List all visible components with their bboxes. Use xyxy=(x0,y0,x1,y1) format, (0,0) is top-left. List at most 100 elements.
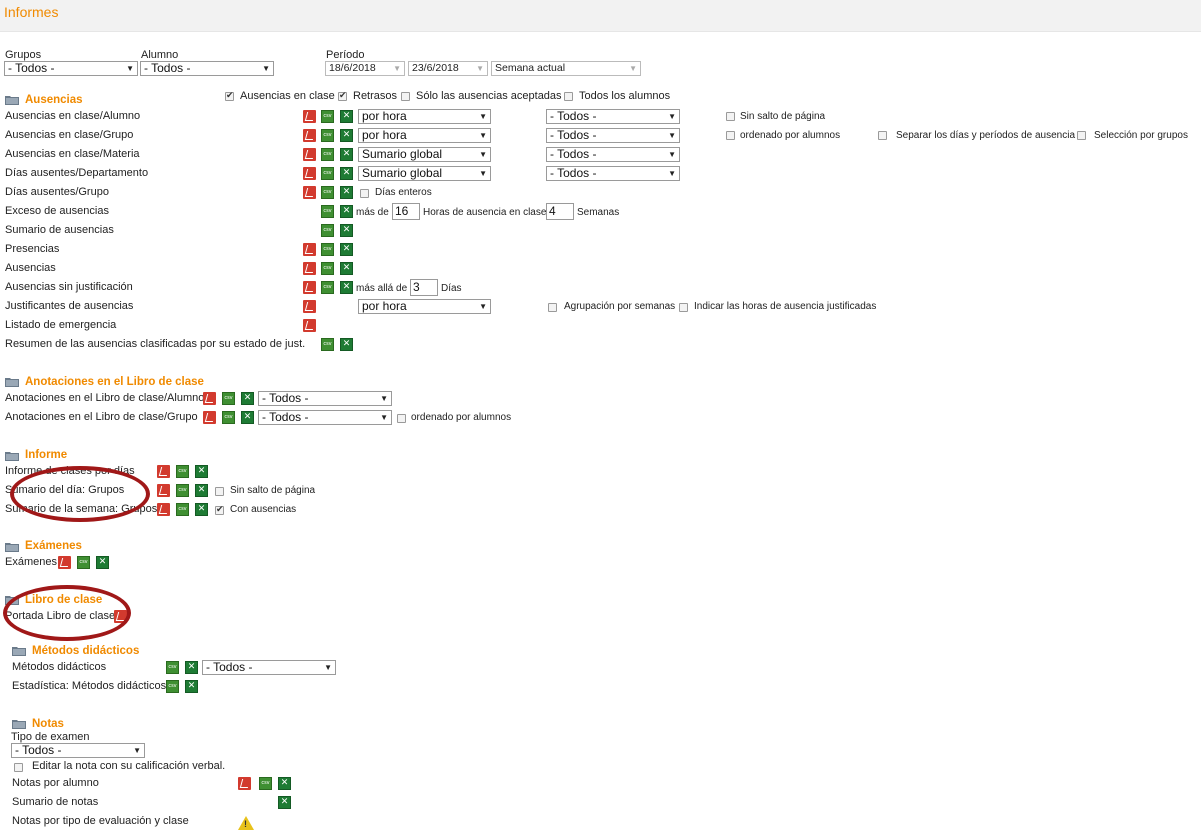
semanas-input[interactable]: 4 xyxy=(546,203,574,220)
csv-icon[interactable] xyxy=(321,110,334,123)
filtro-select[interactable]: - Todos - ▼ xyxy=(546,109,680,124)
csv-icon[interactable] xyxy=(321,129,334,142)
csv-icon[interactable] xyxy=(321,281,334,294)
excel-icon[interactable] xyxy=(185,661,198,674)
excel-icon[interactable] xyxy=(340,224,353,237)
metodos-filtro-select[interactable]: - Todos - ▼ xyxy=(202,660,336,675)
pdf-icon[interactable] xyxy=(303,167,316,180)
pdf-icon[interactable] xyxy=(157,503,170,516)
pdf-icon[interactable] xyxy=(58,556,71,569)
csv-icon[interactable] xyxy=(321,148,334,161)
filtro-select[interactable]: - Todos - ▼ xyxy=(546,147,680,162)
dias-enteros-checkbox[interactable] xyxy=(360,189,369,198)
pdf-icon[interactable] xyxy=(303,186,316,199)
solo-aceptadas-checkbox[interactable] xyxy=(401,92,410,101)
excel-icon[interactable] xyxy=(340,186,353,199)
excel-icon[interactable] xyxy=(241,392,254,405)
excel-icon[interactable] xyxy=(96,556,109,569)
con-ausencias-checkbox[interactable] xyxy=(215,504,224,515)
csv-icon[interactable] xyxy=(321,243,334,256)
excel-icon[interactable] xyxy=(340,129,353,142)
excel-icon[interactable] xyxy=(340,243,353,256)
pdf-icon[interactable] xyxy=(303,281,316,294)
filtro-select[interactable]: - Todos - ▼ xyxy=(546,128,680,143)
csv-icon[interactable] xyxy=(176,484,189,497)
csv-icon[interactable] xyxy=(77,556,90,569)
csv-icon[interactable] xyxy=(321,205,334,218)
modo-select[interactable]: Sumario global ▼ xyxy=(358,147,491,162)
folder-icon xyxy=(12,647,26,656)
anotaciones-filtro-select[interactable]: - Todos - ▼ xyxy=(258,391,392,406)
excel-icon[interactable] xyxy=(278,796,291,809)
excel-icon[interactable] xyxy=(340,205,353,218)
ordenado-alumnos-checkbox[interactable] xyxy=(726,131,735,140)
report-label: Presencias xyxy=(5,243,60,255)
pdf-icon[interactable] xyxy=(303,300,316,313)
excel-icon[interactable] xyxy=(340,110,353,123)
fecha-desde-select[interactable]: 18/6/2018 ▼ xyxy=(325,61,405,76)
pdf-icon[interactable] xyxy=(303,129,316,142)
excel-icon[interactable] xyxy=(340,262,353,275)
pdf-icon[interactable] xyxy=(203,411,216,424)
excel-icon[interactable] xyxy=(278,777,291,790)
csv-icon[interactable] xyxy=(166,661,179,674)
dias-input[interactable]: 3 xyxy=(410,279,438,296)
ausencias-en-clase-checkbox[interactable] xyxy=(225,90,234,101)
csv-icon[interactable] xyxy=(321,167,334,180)
section-title-informe: Informe xyxy=(25,449,68,461)
excel-icon[interactable] xyxy=(195,465,208,478)
pdf-icon[interactable] xyxy=(203,392,216,405)
excel-icon[interactable] xyxy=(241,411,254,424)
pdf-icon[interactable] xyxy=(157,484,170,497)
filtro-select[interactable]: - Todos - ▼ xyxy=(546,166,680,181)
modo-select[interactable]: por hora ▼ xyxy=(358,128,491,143)
ordenado-alumnos-checkbox[interactable] xyxy=(397,414,406,423)
pdf-icon[interactable] xyxy=(303,110,316,123)
report-label: Exámenes xyxy=(5,556,57,568)
top-bar xyxy=(0,0,1201,32)
alumno-select[interactable]: - Todos - ▼ xyxy=(140,61,274,76)
pdf-icon[interactable] xyxy=(303,319,316,332)
pdf-icon[interactable] xyxy=(238,777,251,790)
csv-icon[interactable] xyxy=(176,465,189,478)
pdf-icon[interactable] xyxy=(303,148,316,161)
pdf-icon[interactable] xyxy=(157,465,170,478)
excel-icon[interactable] xyxy=(195,503,208,516)
periodo-select[interactable]: Semana actual ▼ xyxy=(491,61,641,76)
csv-icon[interactable] xyxy=(321,338,334,351)
modo-select[interactable]: Sumario global ▼ xyxy=(358,166,491,181)
tipo-examen-select[interactable]: - Todos - ▼ xyxy=(11,743,145,758)
sin-salto-checkbox[interactable] xyxy=(215,487,224,496)
csv-icon[interactable] xyxy=(176,503,189,516)
separar-dias-checkbox[interactable] xyxy=(878,131,887,140)
sin-salto-checkbox[interactable] xyxy=(726,112,735,121)
csv-icon[interactable] xyxy=(321,262,334,275)
csv-icon[interactable] xyxy=(259,777,272,790)
excel-icon[interactable] xyxy=(340,167,353,180)
seleccion-grupos-checkbox[interactable] xyxy=(1077,131,1086,140)
pdf-icon[interactable] xyxy=(303,262,316,275)
excel-icon[interactable] xyxy=(195,484,208,497)
todos-alumnos-checkbox[interactable] xyxy=(564,92,573,101)
indicar-horas-checkbox[interactable] xyxy=(679,303,688,312)
excel-icon[interactable] xyxy=(340,148,353,161)
agrupacion-semanas-checkbox[interactable] xyxy=(548,303,557,312)
anotaciones-filtro-select[interactable]: - Todos - ▼ xyxy=(258,410,392,425)
modo-select[interactable]: por hora ▼ xyxy=(358,109,491,124)
csv-icon[interactable] xyxy=(321,224,334,237)
fecha-hasta-select[interactable]: 23/6/2018 ▼ xyxy=(408,61,488,76)
excel-icon[interactable] xyxy=(185,680,198,693)
excel-icon[interactable] xyxy=(340,338,353,351)
section-title-notas: Notas xyxy=(32,718,64,730)
justificantes-modo-select[interactable]: por hora ▼ xyxy=(358,299,491,314)
editar-nota-checkbox[interactable] xyxy=(14,763,23,772)
excel-icon[interactable] xyxy=(340,281,353,294)
csv-icon[interactable] xyxy=(321,186,334,199)
retrasos-checkbox[interactable] xyxy=(338,90,347,101)
horas-input[interactable]: 16 xyxy=(392,203,420,220)
grupos-select[interactable]: - Todos - ▼ xyxy=(4,61,138,76)
csv-icon[interactable] xyxy=(222,411,235,424)
pdf-icon[interactable] xyxy=(303,243,316,256)
csv-icon[interactable] xyxy=(222,392,235,405)
csv-icon[interactable] xyxy=(166,680,179,693)
